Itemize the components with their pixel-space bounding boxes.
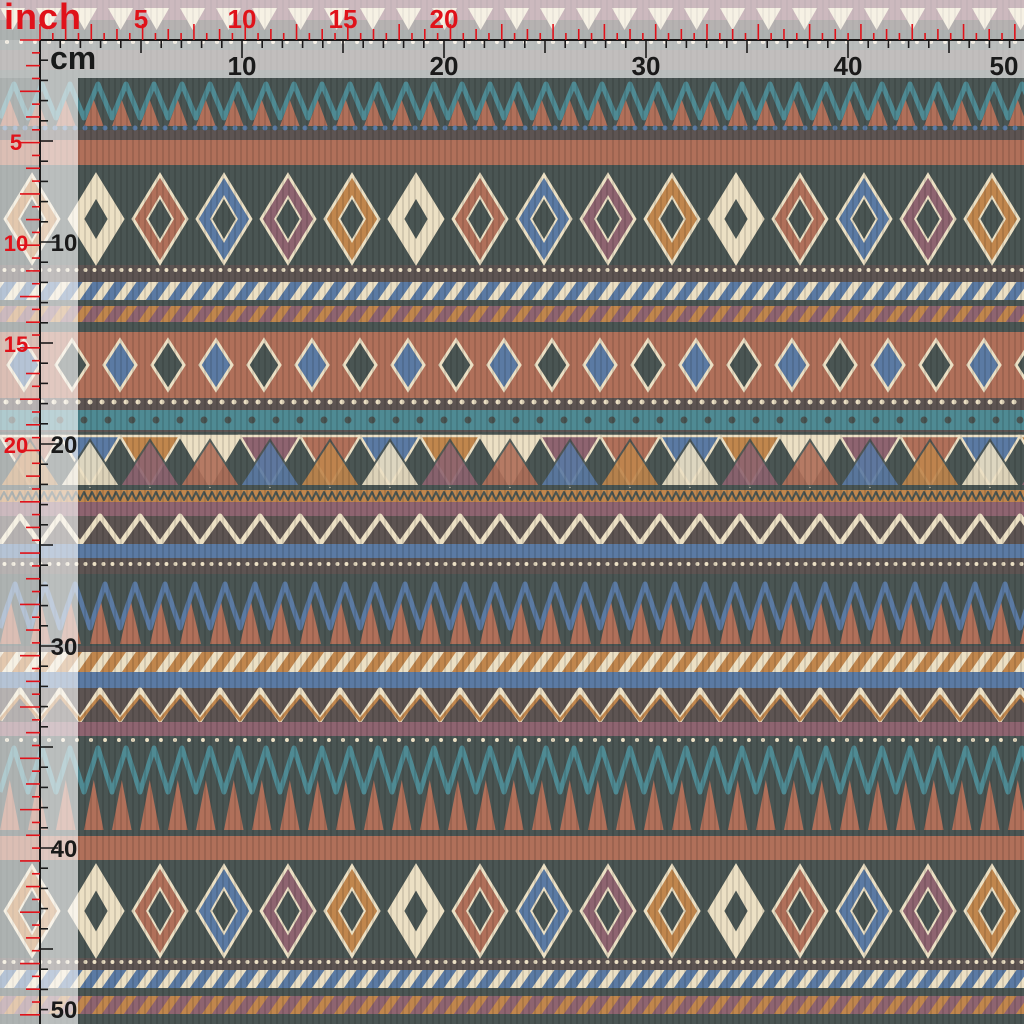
inch-unit-label: inch: [4, 0, 83, 37]
tribal-fabric-pattern: [0, 0, 1024, 1024]
cm-unit-label: cm: [50, 40, 97, 76]
